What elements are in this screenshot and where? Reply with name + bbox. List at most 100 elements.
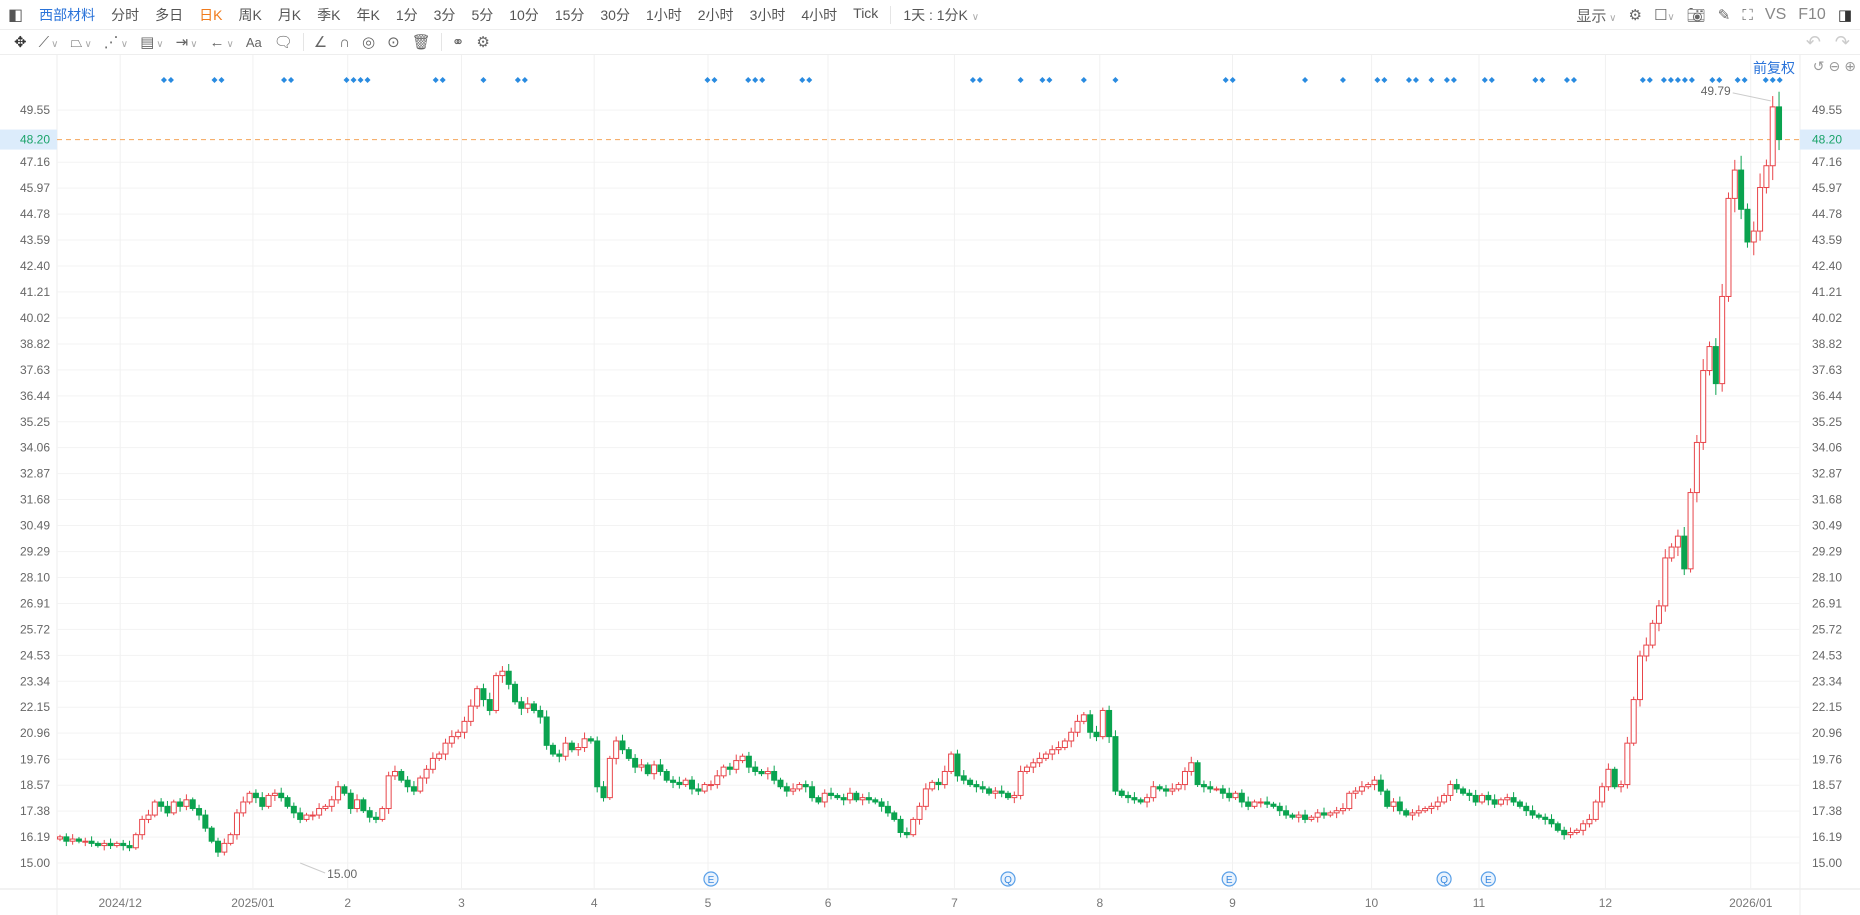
y-tick-label-left: 28.10 — [20, 571, 50, 585]
period-tab[interactable]: 日K — [191, 5, 230, 25]
period-tab[interactable]: 年K — [349, 5, 388, 25]
period-tab[interactable]: 月K — [270, 5, 309, 25]
candle-down — [903, 831, 910, 836]
signal-marker-icon — [745, 77, 752, 83]
candle-down — [802, 784, 809, 788]
signal-marker-icon — [1374, 77, 1381, 83]
period-tab[interactable]: 3分 — [426, 5, 464, 25]
period-tab[interactable]: 周K — [230, 5, 269, 25]
y-tick-label-left: 26.91 — [20, 596, 50, 610]
y-tick-label-right: 24.53 — [1812, 648, 1842, 662]
period-tab[interactable]: 季K — [309, 5, 348, 25]
vs-button[interactable]: VS — [1765, 6, 1786, 24]
drawing-settings-icon[interactable]: ⚙ — [470, 33, 495, 51]
panel-toggle-icon[interactable]: ◨ — [1838, 6, 1852, 24]
candle-up — [1687, 492, 1694, 570]
pencil-icon[interactable]: ✎ — [1718, 6, 1731, 24]
candle-up — [1586, 818, 1593, 825]
candle-up — [271, 792, 278, 796]
y-tick-label-right: 19.76 — [1812, 752, 1842, 766]
candle-down — [1738, 169, 1745, 210]
hide-icon[interactable]: ◎ — [356, 33, 381, 51]
signal-marker-icon — [1039, 77, 1046, 83]
candle-up — [929, 781, 936, 790]
period-tab[interactable]: Tick — [845, 5, 886, 25]
candle-down — [676, 781, 683, 786]
candle-up — [916, 805, 923, 820]
period-tab[interactable]: 多日 — [147, 5, 191, 25]
candle-up — [1023, 766, 1030, 772]
candle-up — [493, 675, 500, 711]
line-tool-icon[interactable]: ⟋ ∨ — [33, 34, 65, 51]
period-tab[interactable]: 2小时 — [690, 5, 742, 25]
range-tool-icon[interactable]: ⇥ ∨ — [170, 33, 204, 51]
candle-up — [1150, 786, 1157, 799]
candle-down — [1744, 208, 1751, 243]
candle-down — [670, 779, 677, 783]
compare-icon[interactable]: ⚭ — [446, 33, 471, 51]
candle-up — [1706, 346, 1713, 372]
candlestick-chart[interactable]: 15.00 15.00 16.19 16.19 17.38 17.38 18.57 18.57… — [0, 55, 1860, 915]
y-tick-label-left: 41.21 — [20, 285, 50, 299]
move-icon[interactable]: ✥ — [8, 33, 33, 51]
period-tab[interactable]: 1小时 — [638, 5, 690, 25]
y-tick-label-right: 44.78 — [1812, 207, 1842, 221]
period-tab[interactable]: 5分 — [463, 5, 501, 25]
polyline-tool-icon[interactable]: ⏢ ∨ — [64, 34, 97, 51]
y-tick-label-right: 23.34 — [1812, 674, 1842, 688]
signal-marker-icon — [480, 77, 487, 83]
undo-icon[interactable]: ↶ — [1806, 32, 1821, 53]
period-tab[interactable]: 10分 — [501, 5, 547, 25]
y-tick-label-right: 29.29 — [1812, 545, 1842, 559]
period-tab[interactable]: 3小时 — [742, 5, 794, 25]
candle-down — [1548, 818, 1555, 825]
candle-up — [606, 757, 613, 799]
angle-tool-icon[interactable]: ∠ — [308, 33, 333, 51]
custom-period-dropdown[interactable]: 1天 : 1分K ∨ — [895, 5, 987, 25]
signal-marker-icon — [1381, 77, 1388, 83]
signal-marker-icon — [799, 77, 806, 83]
y-tick-label-right: 26.91 — [1812, 596, 1842, 610]
fib-tool-icon[interactable]: ▤ ∨ — [134, 33, 170, 51]
y-tick-label-left: 36.44 — [20, 389, 50, 403]
period-tab[interactable]: 4小时 — [793, 5, 845, 25]
redo-icon[interactable]: ↷ — [1835, 32, 1850, 53]
candle-up — [448, 736, 455, 744]
candle-up — [1605, 768, 1612, 788]
signal-marker-icon — [1112, 77, 1119, 83]
visibility-icon[interactable]: ⊙ — [381, 33, 406, 51]
layout-dropdown-icon[interactable]: ☐∨ — [1654, 6, 1675, 24]
candle-down — [625, 749, 632, 759]
candle-down — [208, 827, 215, 842]
period-tab[interactable]: 15分 — [547, 5, 593, 25]
text-tool-icon[interactable]: Aa — [240, 35, 268, 50]
candle-down — [366, 810, 373, 818]
arrow-tool-icon[interactable]: ← ∨ — [204, 34, 240, 51]
candle-down — [252, 792, 259, 799]
camera-icon[interactable]: 📷︎ — [1687, 6, 1706, 24]
stock-name[interactable]: 西部材料 — [31, 5, 103, 25]
candle-up — [1750, 230, 1757, 243]
sidebar-toggle-icon[interactable]: ◧ — [0, 5, 31, 25]
period-tab[interactable]: 1分 — [388, 5, 426, 25]
x-tick-label: 7 — [951, 896, 958, 910]
y-tick-label-right: 30.49 — [1812, 518, 1842, 532]
f10-button[interactable]: F10 — [1798, 6, 1826, 24]
wave-tool-icon[interactable]: ⋰ ∨ — [98, 33, 134, 51]
candle-down — [1460, 788, 1467, 794]
display-dropdown[interactable]: 显示 ∨ — [1576, 5, 1616, 26]
magnet-icon[interactable]: ∩ — [333, 34, 356, 51]
gear-icon[interactable]: ⚙ — [1629, 6, 1642, 24]
candle-up — [1674, 535, 1681, 548]
candle-down — [777, 779, 784, 788]
candle-up — [714, 775, 721, 786]
period-tab[interactable]: 30分 — [592, 5, 638, 25]
y-tick-label-right: 20.96 — [1812, 726, 1842, 740]
period-tab[interactable]: 分时 — [103, 5, 147, 25]
comment-tool-icon[interactable]: 🗨︎ — [268, 33, 299, 51]
candle-down — [644, 764, 651, 775]
candle-up — [335, 786, 342, 801]
fullscreen-icon[interactable]: ⛶ — [1742, 7, 1753, 24]
candle-up — [707, 784, 714, 787]
trash-icon[interactable]: 🗑︎ — [406, 33, 437, 51]
